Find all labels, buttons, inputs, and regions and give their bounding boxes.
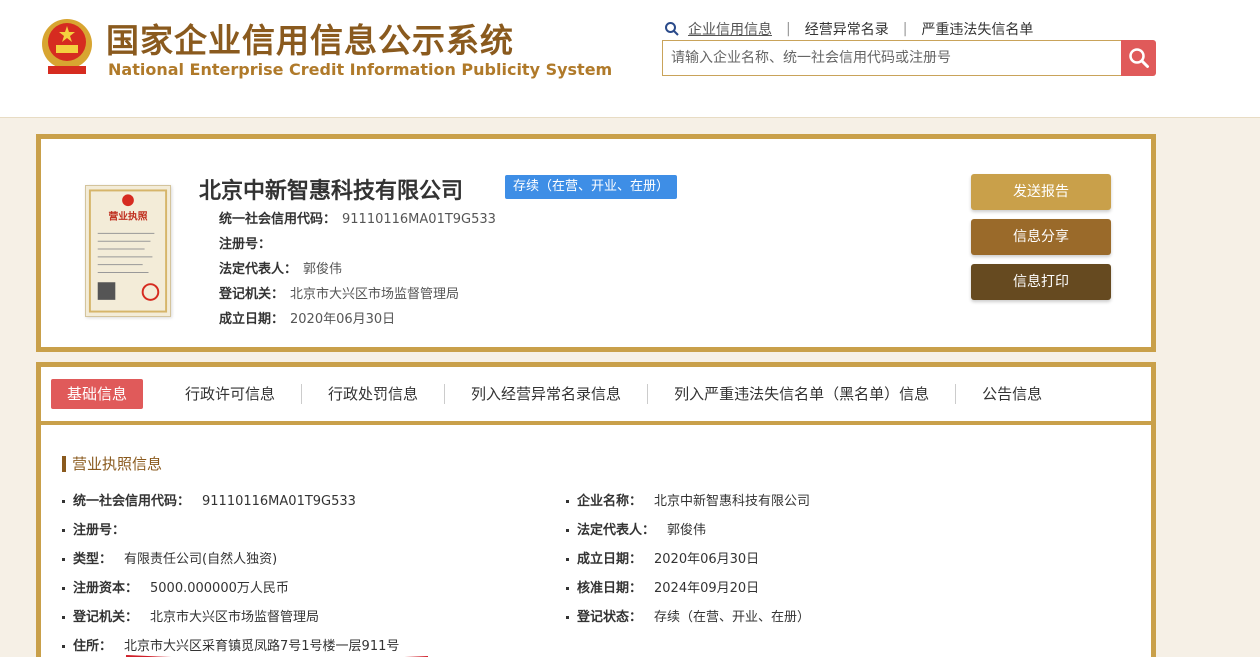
summary-label: 登记机关： [219,287,285,302]
print-info-button[interactable]: 信息打印 [971,264,1111,300]
section-marker [62,455,66,472]
detail-row: 登记状态： 存续（在营、开业、在册） [566,603,810,632]
company-name: 北京中新智惠科技有限公司 [199,179,464,204]
bullet-icon [62,500,65,503]
search-small-icon [665,22,679,36]
tab-admin-license[interactable]: 行政许可信息 [159,384,303,404]
detail-row: 企业名称： 北京中新智惠科技有限公司 [566,487,810,516]
site-header: 国家企业信用信息公示系统 National Enterprise Credit … [0,0,1260,118]
detail-value: 2020年06月30日 [654,552,760,567]
summary-label: 注册号： [219,237,272,252]
detail-value: 5000.000000万人民币 [150,581,289,596]
summary-value: 2020年06月30日 [290,312,396,327]
detail-label: 成立日期： [577,552,643,567]
send-report-button[interactable]: 发送报告 [971,174,1111,210]
bullet-icon [566,529,569,532]
summary-label: 统一社会信用代码： [219,212,337,227]
summary-value: 郭俊伟 [303,262,343,277]
summary-row: 法定代表人： 郭俊伟 [219,257,496,282]
detail-value: 北京中新智惠科技有限公司 [654,494,811,509]
bullet-icon [566,500,569,503]
detail-value: 有限责任公司(自然人独资) [124,552,278,567]
search-button[interactable] [1121,40,1156,76]
bullet-icon [566,616,569,619]
summary-row: 统一社会信用代码： 91110116MA01T9G533 [219,207,496,232]
section-title: 营业执照信息 [62,453,162,474]
detail-right-column: 企业名称： 北京中新智惠科技有限公司 法定代表人： 郭俊伟 成立日期： 2020年06… [566,487,810,632]
top-links: 企业信用信息 | 经营异常名录 | 严重违法失信名单 [664,19,1033,39]
summary-row: 成立日期： 2020年06月30日 [219,307,496,332]
link-separator: | [786,21,791,37]
section-title-text: 营业执照信息 [72,455,163,473]
company-card: 营业执照 北京中新智惠科技有限公司 存续（在营、开业、在册） 统一社会信用代码：… [36,134,1156,352]
tab-basic-info[interactable]: 基础信息 [51,379,144,409]
detail-row-address: 住所： 北京市大兴区采育镇觅凤路7号1号楼一层911号 [62,632,428,657]
business-license-image[interactable]: 营业执照 [85,185,171,317]
red-underline-annotation [125,655,428,657]
summary-label: 法定代表人： [219,262,298,277]
detail-value: 存续（在营、开业、在册） [654,610,811,625]
company-summary: 统一社会信用代码： 91110116MA01T9G533 注册号： 法定代表人： 郭… [219,207,496,332]
bullet-icon [62,529,65,532]
link-blacklist[interactable]: 严重违法失信名单 [921,19,1033,39]
national-emblem-icon [42,19,92,74]
tab-abnormal-list[interactable]: 列入经营异常名录信息 [445,384,649,404]
detail-left-column: 统一社会信用代码： 91110116MA01T9G533 注册号： 类型： 有限责任… [62,487,428,657]
detail-row: 注册号： [62,516,399,545]
bullet-icon [566,587,569,590]
detail-row: 登记机关： 北京市大兴区市场监督管理局 [62,603,399,632]
detail-label: 登记机关： [73,610,139,625]
bullet-icon [62,645,65,648]
search-icon [1128,48,1149,68]
detail-row: 核准日期： 2024年09月20日 [566,574,810,603]
detail-label: 登记状态： [577,610,643,625]
summary-row: 登记机关： 北京市大兴区市场监督管理局 [219,282,496,307]
detail-value: 2024年09月20日 [654,581,760,596]
detail-label: 类型： [73,552,113,567]
detail-row: 法定代表人： 郭俊伟 [566,516,810,545]
site-title-en: National Enterprise Credit Information P… [108,60,613,79]
detail-value: 91110116MA01T9G533 [202,494,356,509]
bullet-icon [566,558,569,561]
bullet-icon [62,587,65,590]
detail-row: 成立日期： 2020年06月30日 [566,545,810,574]
summary-value: 北京市大兴区市场监督管理局 [290,287,460,302]
summary-row: 注册号： [219,232,496,257]
detail-row: 统一社会信用代码： 91110116MA01T9G533 [62,487,399,516]
summary-label: 成立日期： [219,312,285,327]
link-separator: | [902,21,908,37]
link-credit-info[interactable]: 企业信用信息 [688,19,772,39]
info-tabs: 基础信息 行政许可信息 行政处罚信息 列入经营异常名录信息 列入严重违法失信名单… [41,367,1151,425]
detail-value: 北京市大兴区市场监督管理局 [150,610,320,625]
status-badge: 存续（在营、开业、在册） [505,175,678,199]
link-abnormal-list[interactable]: 经营异常名录 [805,19,889,39]
info-panel: 基础信息 行政许可信息 行政处罚信息 列入经营异常名录信息 列入严重违法失信名单… [36,362,1156,657]
site-title-cn: 国家企业信用信息公示系统 [106,21,514,60]
share-info-button[interactable]: 信息分享 [971,219,1111,255]
detail-value: 郭俊伟 [667,523,707,538]
tab-announcements[interactable]: 公告信息 [956,384,1068,404]
detail-label: 注册号： [73,523,126,538]
detail-label: 核准日期： [577,581,643,596]
search-box [662,40,1122,76]
tab-admin-penalty[interactable]: 行政处罚信息 [302,384,446,404]
detail-value: 北京市大兴区采育镇觅凤路7号1号楼一层911号 [124,639,400,654]
bullet-icon [62,616,65,619]
detail-label: 住所： [73,639,113,654]
detail-label: 法定代表人： [577,523,656,538]
detail-label: 企业名称： [577,494,643,509]
detail-label: 注册资本： [73,581,139,596]
detail-row: 类型： 有限责任公司(自然人独资) [62,545,399,574]
detail-row: 注册资本： 5000.000000万人民币 [62,574,399,603]
bullet-icon [62,558,65,561]
license-title: 营业执照 [109,210,148,223]
search-input[interactable] [663,41,1121,75]
summary-value: 91110116MA01T9G533 [342,212,496,227]
detail-label: 统一社会信用代码： [73,494,191,509]
tab-blacklist[interactable]: 列入严重违法失信名单（黑名单）信息 [648,384,957,404]
